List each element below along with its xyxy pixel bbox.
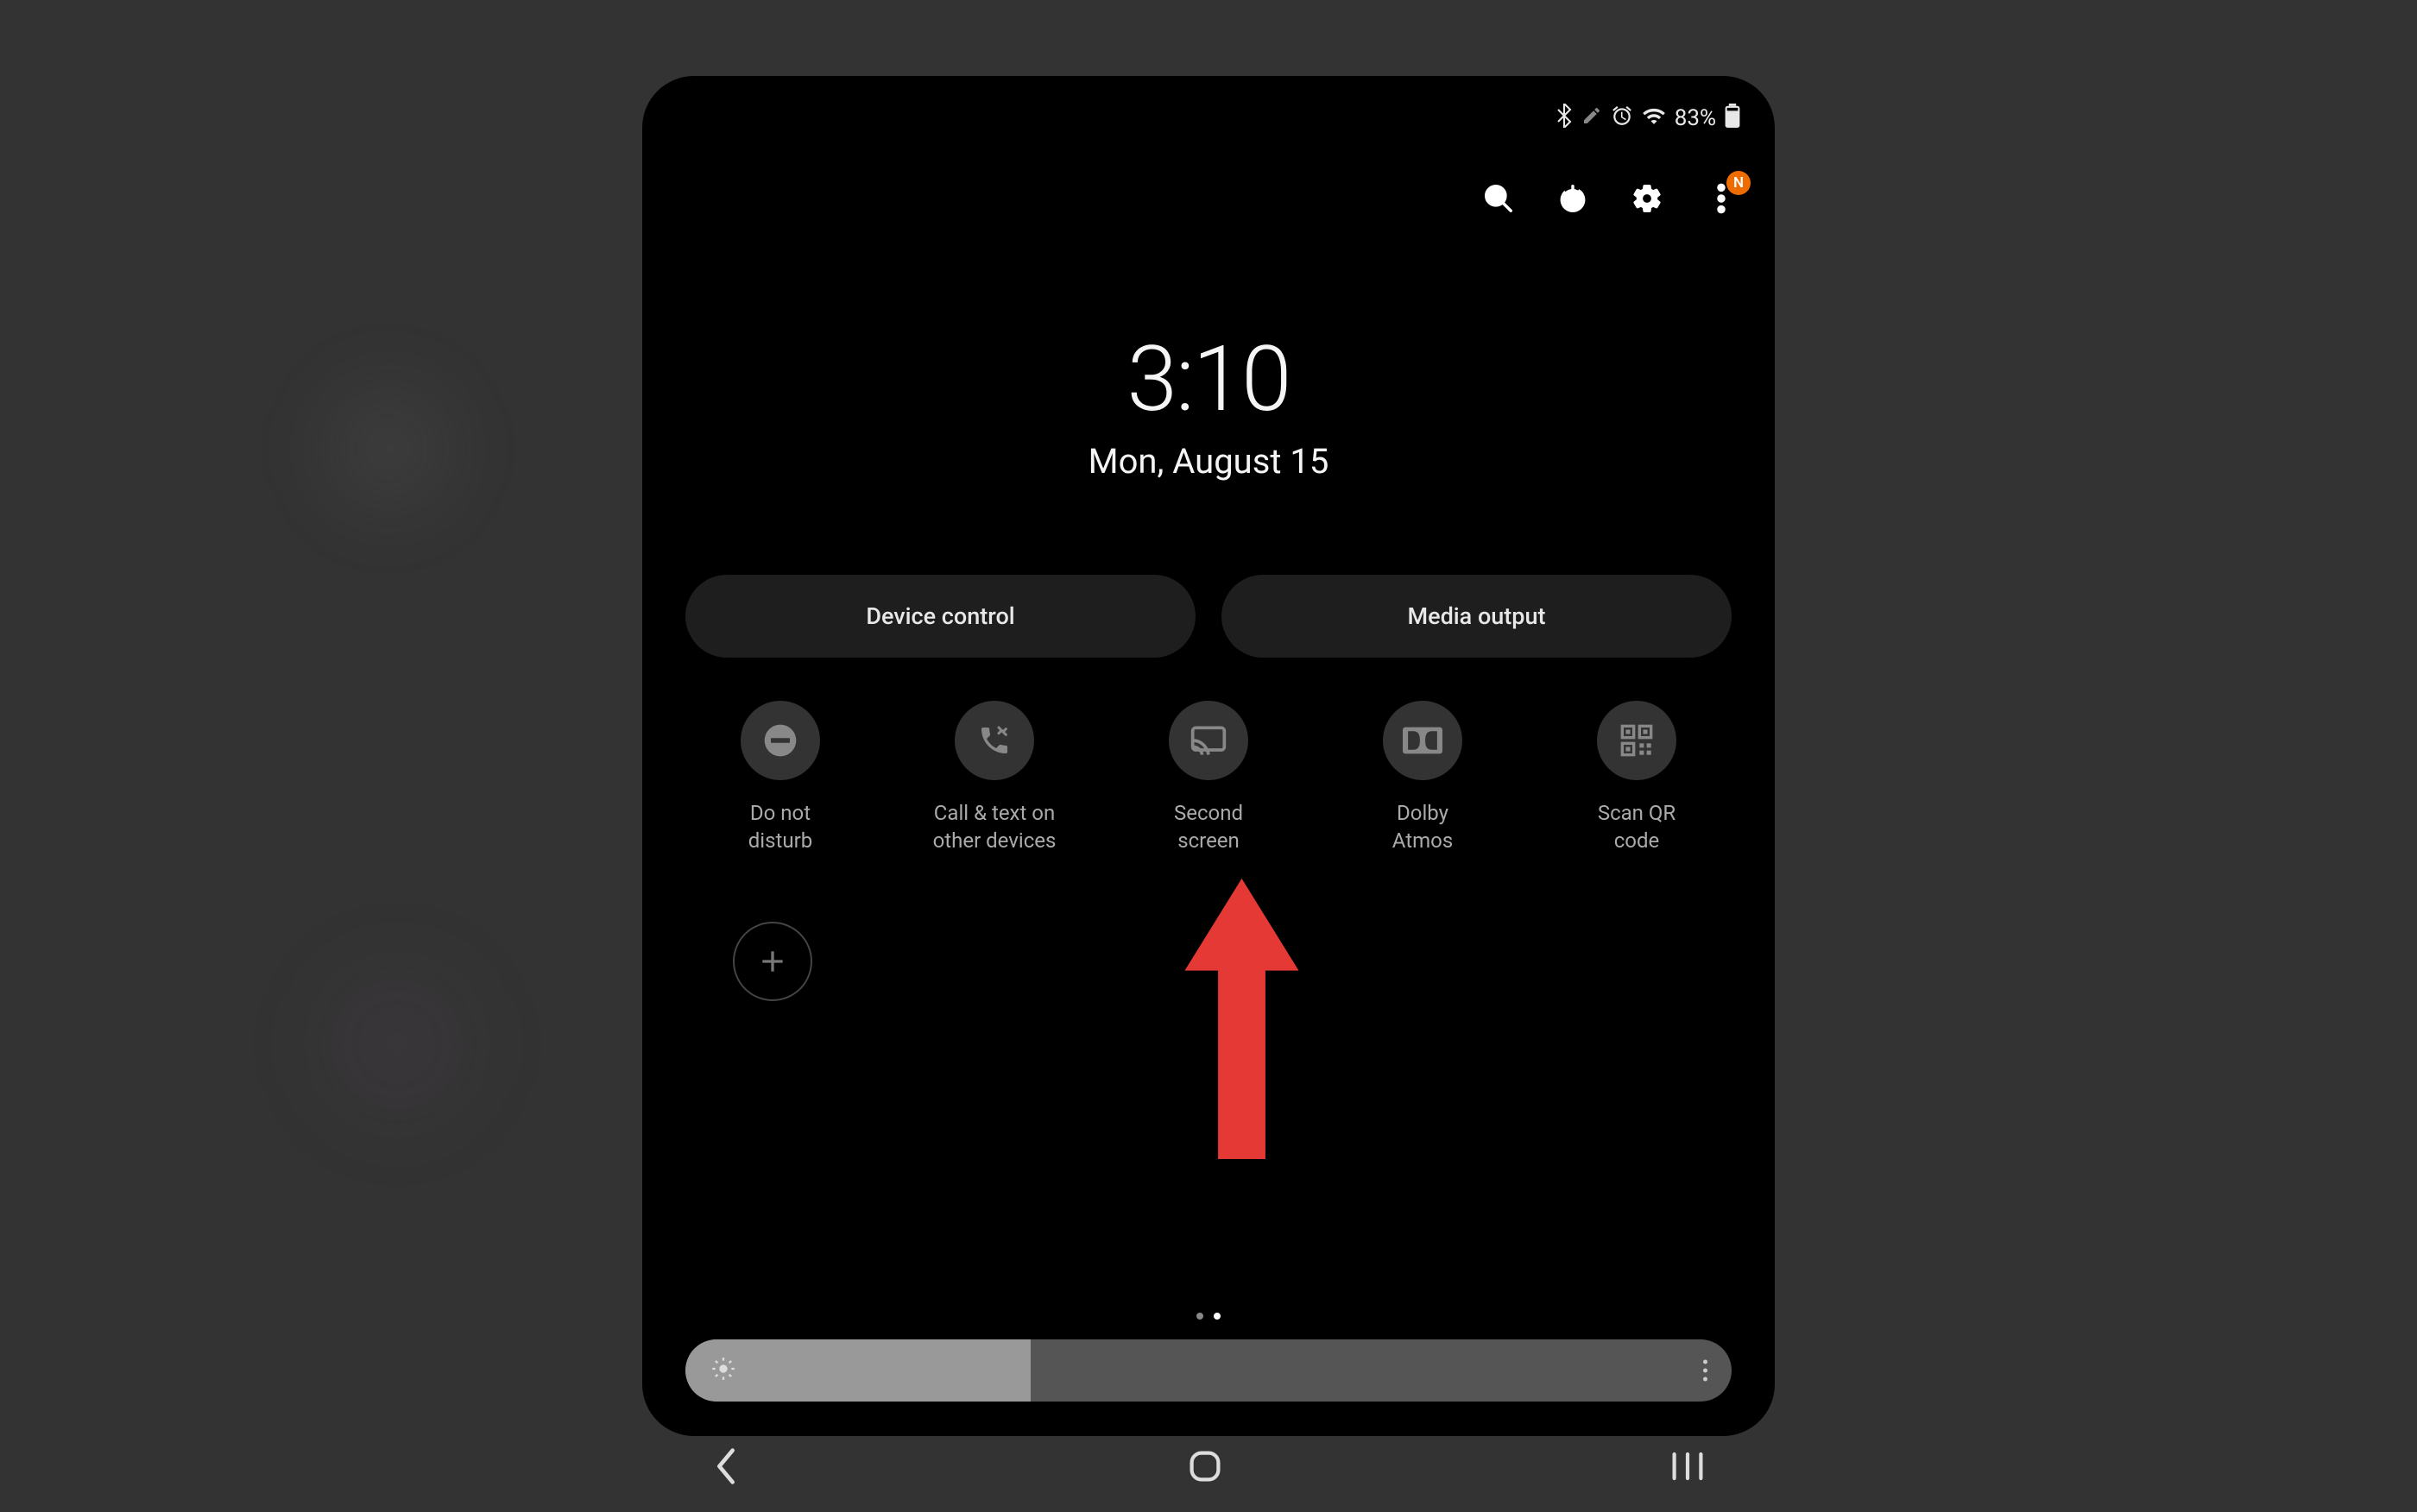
background-blur <box>302 362 475 535</box>
call-text-tile[interactable]: Call & text onother devices <box>908 701 1081 855</box>
recents-button[interactable] <box>1669 1450 1706 1483</box>
bluetooth-icon <box>1556 104 1573 133</box>
dnd-tile[interactable]: Do notdisturb <box>694 701 867 855</box>
clock-time: 3:10 <box>642 326 1775 432</box>
battery-icon <box>1725 104 1740 133</box>
dolby-icon <box>1383 701 1462 780</box>
page-indicator <box>1196 1313 1221 1320</box>
panel-toolbar: N <box>1480 180 1740 217</box>
battery-percent: 83% <box>1675 105 1716 131</box>
qr-tile[interactable]: Scan QRcode <box>1550 701 1723 855</box>
status-bar: 83% <box>1556 104 1740 133</box>
system-nav-bar <box>642 1446 1775 1486</box>
brightness-fill <box>685 1339 1031 1402</box>
clock-date: Mon, August 15 <box>642 441 1775 482</box>
tablet-frame: 83% N 3:10 Mon, August 15 Device control… <box>642 76 1775 1436</box>
dnd-icon <box>741 701 820 780</box>
add-tile-button[interactable] <box>733 922 812 1001</box>
quick-settings-grid: Do notdisturb Call & text onother device… <box>642 701 1775 855</box>
tile-label: Scan QRcode <box>1598 799 1675 855</box>
phone-sync-icon <box>955 701 1034 780</box>
more-button[interactable]: N <box>1702 180 1740 217</box>
device-control-button[interactable]: Device control <box>685 575 1196 658</box>
settings-button[interactable] <box>1628 180 1666 217</box>
tile-label: DolbyAtmos <box>1392 799 1453 855</box>
alarm-icon <box>1611 104 1633 132</box>
page-dot-active <box>1214 1313 1221 1320</box>
tile-label: Do notdisturb <box>748 799 812 855</box>
media-output-button[interactable]: Media output <box>1221 575 1732 658</box>
sun-icon <box>711 1357 735 1384</box>
pill-label: Media output <box>1408 602 1546 630</box>
background-blur <box>302 949 492 1139</box>
wifi-icon <box>1642 106 1666 130</box>
clock-area: 3:10 Mon, August 15 <box>642 326 1775 482</box>
back-button[interactable] <box>711 1446 741 1486</box>
pencil-icon <box>1581 105 1602 131</box>
pill-label: Device control <box>866 602 1014 630</box>
tile-label: Call & text onother devices <box>933 799 1057 855</box>
qr-icon <box>1597 701 1676 780</box>
annotation-arrow <box>1179 879 1304 1162</box>
brightness-menu-button[interactable] <box>1703 1360 1707 1382</box>
notification-badge: N <box>1726 171 1751 195</box>
pill-row: Device control Media output <box>642 575 1775 658</box>
home-button[interactable] <box>1187 1448 1223 1484</box>
brightness-slider[interactable] <box>685 1339 1732 1402</box>
page-dot <box>1196 1313 1203 1320</box>
search-button[interactable] <box>1480 180 1518 217</box>
dolby-tile[interactable]: DolbyAtmos <box>1336 701 1509 855</box>
plus-icon <box>733 922 812 1001</box>
screen-cast-icon <box>1169 701 1248 780</box>
tile-label: Secondscreen <box>1174 799 1243 855</box>
power-button[interactable] <box>1554 180 1592 217</box>
second-screen-tile[interactable]: Secondscreen <box>1122 701 1295 855</box>
